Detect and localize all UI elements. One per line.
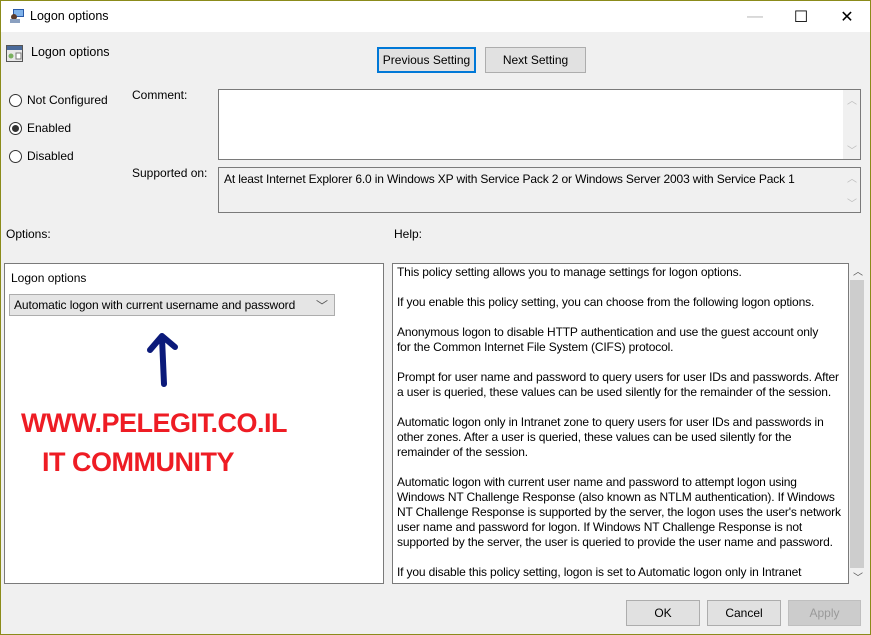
radio-circle[interactable] xyxy=(9,149,22,163)
radio-label: Not Configured xyxy=(27,93,108,107)
supported-on-value: At least Internet Explorer 6.0 in Window… xyxy=(224,172,795,186)
options-panel: Logon options Automatic logon with curre… xyxy=(4,263,384,584)
comment-scrollbar[interactable]: ︿ ﹀ xyxy=(843,90,860,159)
chevron-down-icon: ﹀ xyxy=(315,299,328,313)
supported-on-label: Supported on: xyxy=(132,166,208,180)
radio-circle[interactable] xyxy=(9,121,22,135)
scroll-down-icon[interactable]: ﹀ xyxy=(853,569,863,584)
watermark-url: WWW.PELEGIT.CO.IL xyxy=(21,408,287,438)
scroll-up-icon[interactable]: ︿ xyxy=(853,263,863,278)
arrow-up-annotation xyxy=(147,333,178,387)
policy-app-icon xyxy=(10,9,24,23)
help-line: a user is queried, these values can be u… xyxy=(397,385,832,399)
help-scrollbar[interactable]: ︿ ﹀ xyxy=(849,263,865,584)
supported-on-field: At least Internet Explorer 6.0 in Window… xyxy=(218,167,861,213)
next-setting-button[interactable]: Next Setting xyxy=(485,47,586,73)
radio-circle[interactable] xyxy=(9,93,22,107)
options-label: Options: xyxy=(6,227,51,241)
radio-not-configured[interactable]: Not Configured xyxy=(9,93,108,107)
help-line: other zones. After a user is queried, th… xyxy=(397,430,792,444)
scroll-thumb[interactable] xyxy=(850,280,864,568)
help-line: This policy setting allows you to manage… xyxy=(397,265,742,279)
help-line: for the Common Internet File System (CIF… xyxy=(397,340,674,354)
help-line: If you disable this policy setting, logo… xyxy=(397,565,802,579)
help-paragraph: Anonymous logon to disable HTTP authenti… xyxy=(397,325,841,355)
help-line: Automatic logon with current user name a… xyxy=(397,475,797,489)
help-line: supported by the server, the user is que… xyxy=(397,535,833,549)
help-paragraph: Prompt for user name and password to que… xyxy=(397,370,841,400)
title-bar: Logon options — ☐ ✕ xyxy=(1,1,870,32)
maximize-button[interactable]: ☐ xyxy=(778,1,824,32)
help-paragraph: If you enable this policy setting, you c… xyxy=(397,295,841,310)
radio-label: Enabled xyxy=(27,121,72,135)
help-line: If you enable this policy setting, you c… xyxy=(397,295,815,309)
help-line: NT Challenge Response is supported by th… xyxy=(397,505,841,519)
logon-options-dropdown[interactable]: Automatic logon with current username an… xyxy=(9,294,335,316)
logon-options-dialog: Logon options — ☐ ✕ Logon options Previo… xyxy=(0,0,871,635)
policy-setting-icon xyxy=(6,45,23,62)
policy-name: Logon options xyxy=(31,45,110,59)
help-line: Windows NT Challenge Response (also know… xyxy=(397,490,835,504)
radio-enabled[interactable]: Enabled xyxy=(9,121,71,135)
help-paragraph: Automatic logon with current user name a… xyxy=(397,475,841,550)
ok-button[interactable]: OK xyxy=(626,600,700,626)
apply-button[interactable]: Apply xyxy=(788,600,861,626)
help-paragraph: Automatic logon only in Intranet zone to… xyxy=(397,415,841,460)
help-line: Prompt for user name and password to que… xyxy=(397,370,839,384)
dropdown-value: Automatic logon with current username an… xyxy=(14,298,296,312)
comment-textarea[interactable]: ︿ ﹀ xyxy=(218,89,861,160)
window-title: Logon options xyxy=(30,9,109,23)
supported-scrollbar[interactable]: ︿ ﹀ xyxy=(843,168,860,212)
help-line: Anonymous logon to disable HTTP authenti… xyxy=(397,325,819,339)
cancel-button[interactable]: Cancel xyxy=(707,600,781,626)
previous-setting-button[interactable]: Previous Setting xyxy=(377,47,476,73)
help-line: Automatic logon only in Intranet zone to… xyxy=(397,415,824,429)
radio-label: Disabled xyxy=(27,149,74,163)
help-line: remainder of the session. xyxy=(397,445,528,459)
minimize-button[interactable]: — xyxy=(732,1,778,32)
help-paragraph: This policy setting allows you to manage… xyxy=(397,265,841,280)
help-panel: This policy setting allows you to manage… xyxy=(392,263,849,584)
close-button[interactable]: ✕ xyxy=(824,1,870,32)
logon-options-label: Logon options xyxy=(11,271,87,285)
watermark-community: IT COMMUNITY xyxy=(42,447,234,477)
help-label: Help: xyxy=(394,227,423,241)
radio-disabled[interactable]: Disabled xyxy=(9,149,74,163)
comment-label: Comment: xyxy=(132,88,188,102)
help-paragraph: If you disable this policy setting, logo… xyxy=(397,565,841,580)
help-line: user name and password for logon. If Win… xyxy=(397,520,803,534)
